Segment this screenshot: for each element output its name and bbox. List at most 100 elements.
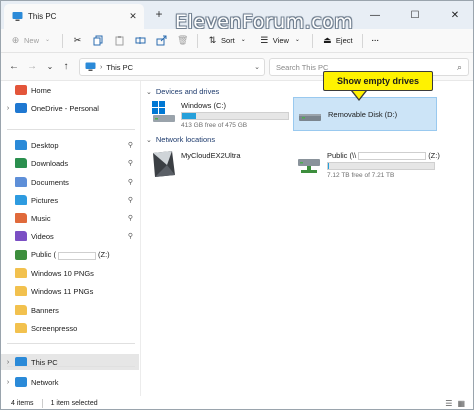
group-title: Devices and drives bbox=[155, 87, 220, 96]
minimize-button[interactable]: — bbox=[355, 1, 395, 29]
address-bar[interactable]: › This PC ⌄ bbox=[79, 58, 265, 76]
sidebar-item-home[interactable]: Home bbox=[1, 82, 139, 98]
windows-drive-icon bbox=[152, 101, 175, 122]
documents-folder-icon bbox=[15, 177, 27, 187]
paste-icon bbox=[115, 36, 124, 46]
sidebar-item-label: Windows 10 PNGs bbox=[31, 268, 94, 278]
sort-button[interactable]: ⇅ Sort ⌄ bbox=[202, 31, 254, 51]
divider bbox=[361, 33, 363, 48]
pin-icon: ⚲ bbox=[127, 179, 133, 186]
home-icon bbox=[15, 85, 27, 95]
pin-icon: ⚲ bbox=[127, 197, 133, 204]
new-plus-icon: ⊕ bbox=[11, 35, 20, 45]
new-tab-button[interactable]: + bbox=[151, 6, 167, 22]
sidebar-divider bbox=[140, 81, 141, 396]
rename-button[interactable] bbox=[130, 31, 151, 51]
sidebar-item-pictures[interactable]: Pictures ⚲ bbox=[1, 192, 139, 208]
view-label: View bbox=[272, 36, 289, 45]
command-bar: ⊕ New ⌄ ✂ 🗑 ⇅ Sort ⌄ ☰ View ⌄ ⏏ Eject ··… bbox=[1, 29, 473, 53]
selection-count: 1 item selected bbox=[50, 400, 98, 407]
chevron-right-icon[interactable]: › bbox=[1, 359, 15, 366]
onedrive-icon bbox=[15, 103, 27, 113]
view-button[interactable]: ☰ View ⌄ bbox=[254, 31, 308, 51]
forward-button[interactable]: → bbox=[25, 60, 39, 74]
close-tab-icon[interactable]: ✕ bbox=[126, 11, 140, 22]
sidebar-item-downloads[interactable]: Downloads ⚲ bbox=[1, 155, 139, 171]
sidebar-item-this-pc[interactable]: › This PC bbox=[1, 354, 139, 370]
item-count: 4 items bbox=[11, 400, 34, 407]
sidebar-item-label: Documents bbox=[31, 177, 69, 187]
drive-d-name: Removable Disk (D:) bbox=[328, 110, 398, 119]
sidebar-item-desktop[interactable]: Desktop ⚲ bbox=[1, 137, 139, 153]
more-icon: ··· bbox=[371, 36, 380, 45]
videos-folder-icon bbox=[15, 231, 27, 241]
drive-c-name: Windows (C:) bbox=[181, 101, 227, 110]
sidebar-item-label: Desktop bbox=[31, 140, 59, 150]
sidebar-item-label: Videos bbox=[31, 231, 54, 241]
public-z-free-space: 7.12 TB free of 7.21 TB bbox=[327, 172, 395, 179]
back-button[interactable]: ← bbox=[7, 60, 21, 74]
share-icon bbox=[156, 35, 167, 46]
view-icon: ☰ bbox=[260, 35, 269, 45]
maximize-button[interactable]: ☐ bbox=[395, 1, 435, 29]
chevron-right-icon[interactable]: › bbox=[1, 379, 15, 386]
public-z-tile[interactable]: Public (\\ (Z:) 7.12 TB free of 7.21 TB bbox=[293, 147, 440, 181]
details-view-icon[interactable]: ☰ bbox=[445, 399, 452, 408]
sidebar-item-network[interactable]: › Network bbox=[1, 374, 139, 390]
eject-button[interactable]: ⏏ Eject bbox=[317, 31, 358, 51]
breadcrumb-this-pc[interactable]: This PC bbox=[106, 63, 133, 72]
sidebar-item-windows-11-pngs[interactable]: Windows 11 PNGs bbox=[1, 283, 139, 299]
sidebar-item-music[interactable]: Music ⚲ bbox=[1, 210, 139, 226]
network-drive-icon bbox=[15, 250, 27, 260]
divider bbox=[311, 33, 313, 48]
recent-locations-button[interactable]: ⌄ bbox=[43, 60, 57, 74]
close-window-button[interactable]: ✕ bbox=[435, 1, 473, 29]
sidebar-item-windows-10-pngs[interactable]: Windows 10 PNGs bbox=[1, 265, 139, 281]
sidebar-item-public[interactable]: Public ((Z:) bbox=[1, 247, 139, 263]
new-button[interactable]: ⊕ New ⌄ bbox=[5, 31, 58, 51]
mycloud-tile[interactable]: MyCloudEX2Ultra bbox=[147, 147, 291, 181]
content-area: ⌄ Devices and drives Windows (C:) 413 GB… bbox=[143, 81, 473, 396]
cut-button[interactable]: ✂ bbox=[67, 31, 88, 51]
sidebar-item-screenpresso[interactable]: Screenpresso bbox=[1, 320, 139, 336]
sidebar-item-videos[interactable]: Videos ⚲ bbox=[1, 228, 139, 244]
share-button[interactable] bbox=[151, 31, 172, 51]
chevron-down-icon: ⌄ bbox=[240, 37, 246, 43]
pin-icon: ⚲ bbox=[127, 233, 133, 240]
pin-icon: ⚲ bbox=[127, 142, 133, 149]
tab-this-pc[interactable]: This PC ✕ bbox=[4, 4, 144, 29]
folder-icon bbox=[15, 286, 27, 296]
sidebar-item-label: Music bbox=[31, 213, 51, 223]
drive-c-tile[interactable]: Windows (C:) 413 GB free of 475 GB bbox=[147, 97, 291, 131]
sidebar-item-onedrive-personal[interactable]: › OneDrive - Personal bbox=[1, 100, 139, 116]
drive-d-tile[interactable]: Removable Disk (D:) bbox=[293, 97, 437, 131]
chevron-down-icon: ⌄ bbox=[45, 37, 51, 43]
chevron-down-icon[interactable]: ⌄ bbox=[254, 63, 260, 71]
copy-button[interactable] bbox=[88, 31, 109, 51]
drive-c-usage-bar bbox=[181, 112, 289, 120]
new-label: New bbox=[24, 36, 40, 45]
more-options-button[interactable]: ··· bbox=[367, 31, 385, 51]
folder-icon bbox=[15, 268, 27, 278]
tiles-view-icon[interactable]: ▦ bbox=[457, 399, 465, 408]
sidebar-item-label: Downloads bbox=[31, 158, 69, 168]
chevron-down-icon: ⌄ bbox=[146, 88, 152, 96]
paste-button[interactable] bbox=[109, 31, 130, 51]
delete-icon: 🗑 bbox=[177, 35, 189, 45]
group-devices-and-drives[interactable]: ⌄ Devices and drives bbox=[146, 87, 219, 96]
sidebar-divider bbox=[7, 129, 135, 130]
redacted-path bbox=[358, 152, 427, 161]
chevron-right-icon[interactable]: › bbox=[1, 105, 15, 112]
public-z-name-suffix: (Z:) bbox=[428, 151, 440, 160]
delete-button[interactable]: 🗑 bbox=[172, 31, 193, 51]
copy-icon bbox=[93, 35, 103, 46]
chevron-down-icon: ⌄ bbox=[294, 37, 300, 43]
sidebar-item-banners[interactable]: Banners bbox=[1, 302, 139, 318]
group-network-locations[interactable]: ⌄ Network locations bbox=[146, 135, 215, 144]
folder-icon bbox=[15, 305, 27, 315]
sidebar-item-documents[interactable]: Documents ⚲ bbox=[1, 174, 139, 190]
sidebar-divider bbox=[7, 343, 135, 344]
sidebar-item-label: Windows 11 PNGs bbox=[31, 286, 94, 296]
up-button[interactable]: ↑ bbox=[59, 60, 73, 74]
sidebar-item-label: Public ((Z:) bbox=[31, 250, 110, 260]
